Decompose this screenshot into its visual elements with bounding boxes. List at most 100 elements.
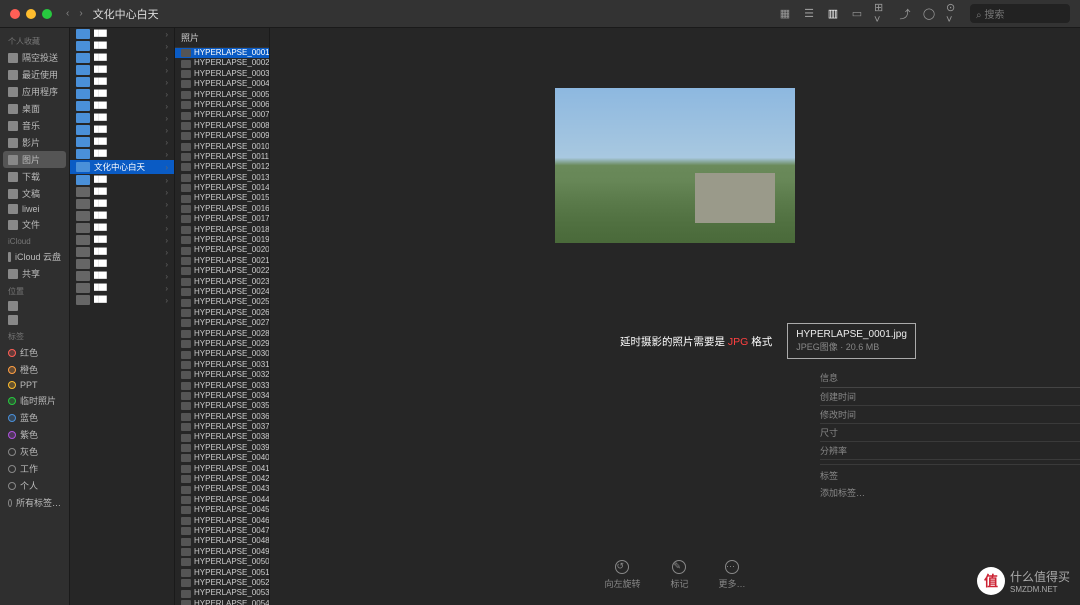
- file-item[interactable]: HYPERLAPSE_0039.jpg: [175, 443, 269, 453]
- sidebar-item[interactable]: 图片: [3, 151, 66, 168]
- folder-item[interactable]: ███›: [70, 28, 174, 40]
- file-item[interactable]: HYPERLAPSE_0007.jpg: [175, 110, 269, 120]
- sidebar-item[interactable]: 影片: [0, 134, 69, 151]
- sidebar-item[interactable]: 灰色: [0, 443, 69, 460]
- sidebar-item[interactable]: 紫色: [0, 426, 69, 443]
- folder-item[interactable]: ███›: [70, 88, 174, 100]
- file-item[interactable]: HYPERLAPSE_0006.jpg: [175, 100, 269, 110]
- sidebar-item[interactable]: 个人: [0, 477, 69, 494]
- file-item[interactable]: HYPERLAPSE_0016.jpg: [175, 204, 269, 214]
- file-item[interactable]: HYPERLAPSE_0030.jpg: [175, 349, 269, 359]
- file-item[interactable]: HYPERLAPSE_0043.jpg: [175, 484, 269, 494]
- folder-item[interactable]: ███›: [70, 198, 174, 210]
- file-item[interactable]: HYPERLAPSE_0003.jpg: [175, 69, 269, 79]
- close-icon[interactable]: [10, 9, 20, 19]
- sidebar-item[interactable]: [0, 313, 69, 327]
- file-item[interactable]: HYPERLAPSE_0019.jpg: [175, 235, 269, 245]
- sidebar-item[interactable]: 所有标签…: [0, 494, 69, 511]
- file-item[interactable]: HYPERLAPSE_0054.jpg: [175, 599, 269, 605]
- file-item[interactable]: HYPERLAPSE_0012.jpg: [175, 162, 269, 172]
- folder-item[interactable]: ███›: [70, 270, 174, 282]
- maximize-icon[interactable]: [42, 9, 52, 19]
- file-item[interactable]: HYPERLAPSE_0036.jpg: [175, 412, 269, 422]
- sidebar-item[interactable]: 文稿: [0, 185, 69, 202]
- file-item[interactable]: HYPERLAPSE_0009.jpg: [175, 131, 269, 141]
- file-item[interactable]: HYPERLAPSE_0022.jpg: [175, 266, 269, 276]
- file-item[interactable]: HYPERLAPSE_0049.jpg: [175, 547, 269, 557]
- view-list-icon[interactable]: ☰: [802, 7, 816, 21]
- file-item[interactable]: HYPERLAPSE_0018.jpg: [175, 225, 269, 235]
- sidebar-item[interactable]: 音乐: [0, 117, 69, 134]
- file-item[interactable]: HYPERLAPSE_0040.jpg: [175, 453, 269, 463]
- view-icon-icon[interactable]: ▦: [778, 7, 792, 21]
- file-item[interactable]: HYPERLAPSE_0032.jpg: [175, 370, 269, 380]
- folder-item[interactable]: ███›: [70, 100, 174, 112]
- sidebar-item[interactable]: [0, 299, 69, 313]
- file-item[interactable]: HYPERLAPSE_0015.jpg: [175, 193, 269, 203]
- sidebar-item[interactable]: 桌面: [0, 100, 69, 117]
- file-item[interactable]: HYPERLAPSE_0013.jpg: [175, 173, 269, 183]
- folder-item[interactable]: ███›: [70, 112, 174, 124]
- file-item[interactable]: HYPERLAPSE_0021.jpg: [175, 256, 269, 266]
- file-item[interactable]: HYPERLAPSE_0035.jpg: [175, 401, 269, 411]
- file-item[interactable]: HYPERLAPSE_0002.jpg: [175, 58, 269, 68]
- folder-item[interactable]: ███›: [70, 222, 174, 234]
- rotate-left-button[interactable]: ↺ 向左旋转: [604, 560, 640, 590]
- file-item[interactable]: HYPERLAPSE_0037.jpg: [175, 422, 269, 432]
- sidebar-item[interactable]: liwei: [0, 202, 69, 216]
- folder-item[interactable]: ███›: [70, 258, 174, 270]
- sidebar-item[interactable]: 临时照片: [0, 392, 69, 409]
- markup-button[interactable]: ✎ 标记: [670, 560, 688, 590]
- file-item[interactable]: HYPERLAPSE_0026.jpg: [175, 308, 269, 318]
- forward-icon[interactable]: ›: [79, 8, 82, 19]
- file-item[interactable]: HYPERLAPSE_0024.jpg: [175, 287, 269, 297]
- file-item[interactable]: HYPERLAPSE_0047.jpg: [175, 526, 269, 536]
- file-item[interactable]: HYPERLAPSE_0011.jpg: [175, 152, 269, 162]
- file-item[interactable]: HYPERLAPSE_0025.jpg: [175, 297, 269, 307]
- file-item[interactable]: HYPERLAPSE_0031.jpg: [175, 360, 269, 370]
- file-item[interactable]: HYPERLAPSE_0038.jpg: [175, 432, 269, 442]
- sidebar-item[interactable]: 下载: [0, 168, 69, 185]
- file-item[interactable]: HYPERLAPSE_0027.jpg: [175, 318, 269, 328]
- sidebar-item[interactable]: 蓝色: [0, 409, 69, 426]
- sidebar-item[interactable]: iCloud 云盘: [0, 248, 69, 265]
- file-item[interactable]: HYPERLAPSE_0028.jpg: [175, 329, 269, 339]
- file-item[interactable]: HYPERLAPSE_0048.jpg: [175, 536, 269, 546]
- group-icon[interactable]: ⊞ ˅: [874, 7, 888, 21]
- file-item[interactable]: HYPERLAPSE_0014.jpg: [175, 183, 269, 193]
- file-item[interactable]: HYPERLAPSE_0041.jpg: [175, 464, 269, 474]
- file-item[interactable]: HYPERLAPSE_0020.jpg: [175, 245, 269, 255]
- file-item[interactable]: HYPERLAPSE_0029.jpg: [175, 339, 269, 349]
- sidebar-item[interactable]: PPT: [0, 378, 69, 392]
- back-icon[interactable]: ‹: [66, 8, 69, 19]
- sidebar-item[interactable]: 应用程序: [0, 83, 69, 100]
- file-item[interactable]: HYPERLAPSE_0004.jpg: [175, 79, 269, 89]
- folder-item[interactable]: ███›: [70, 246, 174, 258]
- folder-item[interactable]: ███›: [70, 76, 174, 88]
- file-item[interactable]: HYPERLAPSE_0023.jpg: [175, 277, 269, 287]
- folder-item[interactable]: ███›: [70, 186, 174, 198]
- file-item[interactable]: HYPERLAPSE_0052.jpg: [175, 578, 269, 588]
- file-item[interactable]: HYPERLAPSE_0044.jpg: [175, 495, 269, 505]
- view-gallery-icon[interactable]: ▭: [850, 7, 864, 21]
- folder-item[interactable]: ███›: [70, 210, 174, 222]
- sidebar-item[interactable]: 最近使用: [0, 66, 69, 83]
- file-item[interactable]: HYPERLAPSE_0050.jpg: [175, 557, 269, 567]
- share-icon[interactable]: ⤴: [898, 7, 912, 21]
- file-item[interactable]: HYPERLAPSE_0045.jpg: [175, 505, 269, 515]
- file-item[interactable]: HYPERLAPSE_0053.jpg: [175, 588, 269, 598]
- tag-icon[interactable]: ◯: [922, 7, 936, 21]
- file-item[interactable]: HYPERLAPSE_0051.jpg: [175, 568, 269, 578]
- file-item[interactable]: HYPERLAPSE_0042.jpg: [175, 474, 269, 484]
- sidebar-item[interactable]: 红色: [0, 344, 69, 361]
- folder-item[interactable]: ███›: [70, 124, 174, 136]
- add-tags[interactable]: 添加标签…: [820, 484, 1080, 501]
- file-item[interactable]: HYPERLAPSE_0033.jpg: [175, 381, 269, 391]
- folder-item[interactable]: ███›: [70, 52, 174, 64]
- folder-item[interactable]: ███›: [70, 234, 174, 246]
- folder-item[interactable]: ███›: [70, 282, 174, 294]
- folder-item[interactable]: ███›: [70, 40, 174, 52]
- sidebar-item[interactable]: 隔空投送: [0, 49, 69, 66]
- more-button[interactable]: ⋯ 更多…: [719, 560, 746, 590]
- minimize-icon[interactable]: [26, 9, 36, 19]
